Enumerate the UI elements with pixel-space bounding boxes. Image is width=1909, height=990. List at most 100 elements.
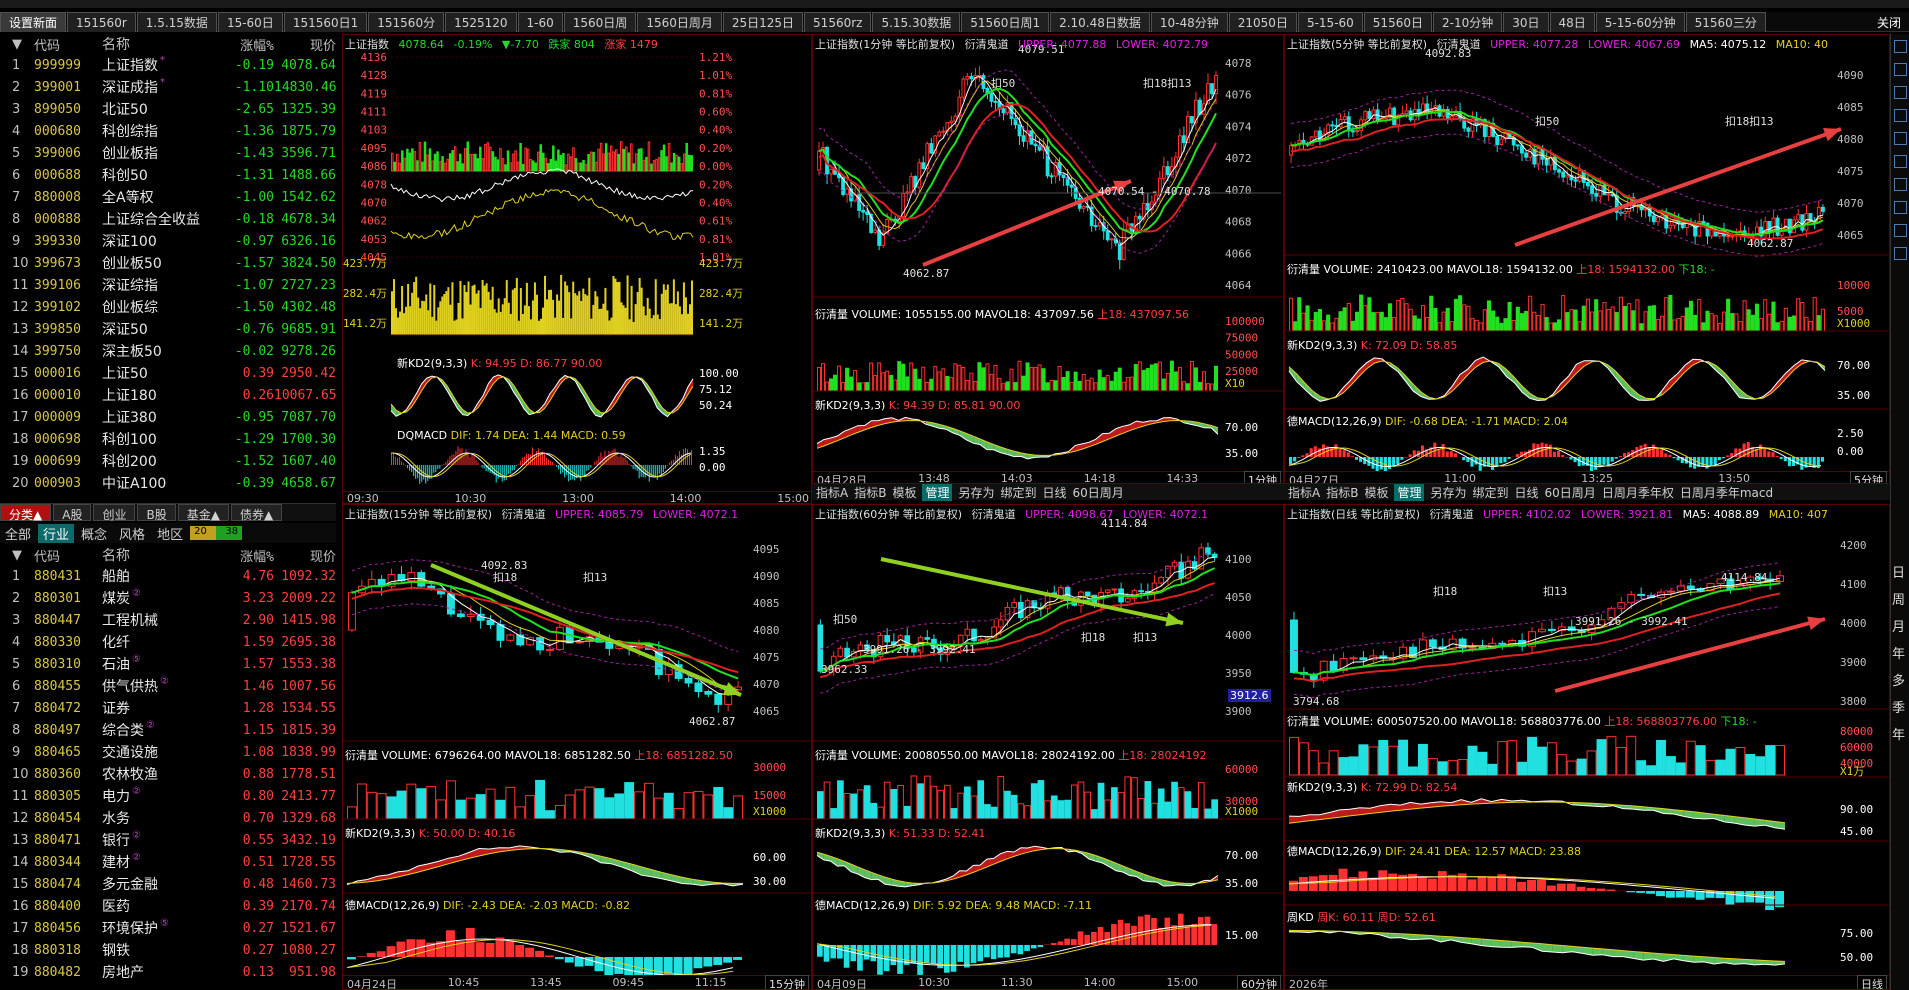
toolbar-item[interactable]: 日周月季年权 — [1602, 484, 1674, 501]
filter-tab[interactable]: 全部 — [0, 524, 36, 543]
toolbar-item[interactable]: 另存为 — [1430, 484, 1466, 501]
index-row[interactable]: 18 000698 科创100 -1.29 1700.30 — [0, 428, 336, 450]
toolbar-item[interactable]: 指标B — [1326, 484, 1358, 501]
index-row[interactable]: 3 899050 北证50 -2.65 1325.39 — [0, 98, 336, 120]
tool-icon[interactable] — [1893, 132, 1907, 145]
60min-chart-panel[interactable]: 上证指数(60分钟 等比前复权) 衍清鬼道 UPPER: 4098.67 LOW… — [812, 504, 1284, 990]
layout-tab[interactable]: 设置新面 — [0, 12, 67, 32]
toolbar-item[interactable]: 绑定到 — [1473, 484, 1509, 501]
layout-tab[interactable]: 2-10分钟 — [1432, 12, 1503, 32]
layout-tab[interactable]: 51560日周1 — [961, 12, 1050, 32]
index-row[interactable]: 8 000888 上证综合全收益 -0.18 4678.34 — [0, 208, 336, 230]
5min-period-tag[interactable]: 5分钟 — [1850, 471, 1887, 483]
index-row[interactable]: 19 000699 科创200 -1.52 1607.40 — [0, 450, 336, 472]
side-period-label[interactable]: 日周月年多季年 — [1892, 560, 1906, 749]
index-row[interactable]: 20 000903 中证A100 -0.39 4658.67 — [0, 472, 336, 494]
tool-icon[interactable] — [1893, 247, 1907, 260]
sector-row[interactable]: 19 880482 房地产 0.13 951.98 — [0, 961, 336, 983]
sector-row[interactable]: 2 880301 煤炭 ② 3.23 2009.22 — [0, 587, 336, 609]
layout-tab[interactable]: 51560日 — [1363, 12, 1432, 32]
sector-row[interactable]: 3 880447 工程机械 2.90 1415.98 — [0, 609, 336, 631]
tool-icon[interactable] — [1893, 63, 1907, 76]
tool-icon[interactable] — [1893, 155, 1907, 168]
toolbar-item[interactable]: 模板 — [1364, 484, 1388, 501]
sort-arrow-icon[interactable]: ▼ — [0, 548, 34, 563]
filter-tab[interactable]: 风格 — [114, 524, 150, 543]
sector-row[interactable]: 13 880471 银行 ② 0.55 3432.19 — [0, 829, 336, 851]
toolbar-item[interactable]: 60日周月 — [1073, 484, 1124, 501]
layout-tab[interactable]: 1.5.15数据 — [136, 12, 217, 32]
layout-tab[interactable]: 151560r — [67, 12, 136, 32]
toolbar-item[interactable]: 绑定到 — [1001, 484, 1037, 501]
sector-row[interactable]: 8 880497 综合类 ② 1.15 1815.39 — [0, 719, 336, 741]
header-code[interactable]: 代码 — [34, 546, 102, 565]
sector-row[interactable]: 9 880465 交通设施 1.08 1838.99 — [0, 741, 336, 763]
sector-row[interactable]: 15 880474 多元金融 0.48 1460.73 — [0, 873, 336, 895]
header-code[interactable]: 代码 — [34, 35, 102, 54]
index-row[interactable]: 4 000680 科创综指 -1.36 1875.79 — [0, 120, 336, 142]
sort-arrow-icon[interactable]: ▼ — [0, 37, 34, 52]
header-name[interactable]: 名称 — [102, 545, 222, 565]
market-subtab[interactable]: 创业 — [93, 504, 136, 522]
layout-tab[interactable]: 5-15-60分钟 — [1595, 12, 1685, 32]
layout-tab[interactable]: 1525120 — [445, 12, 517, 32]
toolbar-item[interactable]: 指标B — [854, 484, 886, 501]
toolbar-item[interactable]: 模板 — [892, 484, 916, 501]
layout-tab[interactable]: 15-60日 — [217, 12, 283, 32]
layout-tab[interactable]: 5.15.30数据 — [872, 12, 961, 32]
close-all-button[interactable]: 关闭 — [1877, 14, 1901, 31]
tool-icon[interactable] — [1893, 201, 1907, 214]
header-price[interactable]: 现价 — [274, 35, 336, 54]
sector-row[interactable]: 14 880344 建材 ② 0.51 1728.55 — [0, 851, 336, 873]
sector-row[interactable]: 16 880400 医药 0.39 2170.74 — [0, 895, 336, 917]
tool-icon[interactable] — [1893, 86, 1907, 99]
market-subtab[interactable]: 债券▲ — [230, 504, 283, 522]
layout-tab[interactable]: 151560分 — [368, 12, 445, 32]
index-row[interactable]: 7 880008 全A等权 -1.00 1542.62 — [0, 186, 336, 208]
tool-icon[interactable] — [1893, 224, 1907, 237]
market-subtab[interactable]: B股 — [137, 504, 176, 522]
toolbar-item[interactable]: 日线 — [1043, 484, 1067, 501]
layout-tab[interactable]: 21050日 — [1228, 12, 1297, 32]
header-change[interactable]: 涨幅% — [222, 546, 274, 565]
tool-icon[interactable] — [1893, 109, 1907, 122]
index-row[interactable]: 5 399006 创业板指 -1.43 3596.71 — [0, 142, 336, 164]
toolbar-item[interactable]: 60日周月 — [1545, 484, 1596, 501]
filter-tab[interactable]: 行业 — [38, 523, 75, 543]
sector-row[interactable]: 7 880472 证券 1.28 1534.55 — [0, 697, 336, 719]
toolbar-item[interactable]: 日线 — [1515, 484, 1539, 501]
15min-chart-panel[interactable]: 上证指数(15分钟 等比前复权) 衍清鬼道 UPPER: 4085.79 LOW… — [342, 504, 812, 990]
index-row[interactable]: 6 000688 科创50 -1.31 1488.66 — [0, 164, 336, 186]
layout-tab[interactable]: 1560日周月 — [637, 12, 722, 32]
60min-period-tag[interactable]: 60分钟 — [1237, 975, 1281, 989]
sector-row[interactable]: 5 880310 石油 ⑤ 1.57 1553.38 — [0, 653, 336, 675]
filter-tab[interactable]: 地区 — [152, 524, 188, 543]
intraday-chart-panel[interactable]: 上证指数 4078.64 -0.19% ▼-7.70 跌家 804 涨家 147… — [342, 34, 812, 504]
layout-tab[interactable]: 51560rz — [804, 12, 872, 32]
index-row[interactable]: 9 399330 深证100 -0.97 6326.16 — [0, 230, 336, 252]
toolbar-item[interactable]: 指标A — [1288, 484, 1320, 501]
header-change[interactable]: 涨幅% — [222, 35, 274, 54]
index-row[interactable]: 2 399001 深证成指 * -1.10 14830.46 — [0, 76, 337, 98]
layout-tab[interactable]: 5-15-60 — [1297, 12, 1363, 32]
index-row[interactable]: 11 399106 深证综指 -1.07 2727.23 — [0, 274, 336, 296]
sector-row[interactable]: 11 880305 电力 ② 0.80 2413.77 — [0, 785, 336, 807]
layout-tab[interactable]: 48日 — [1549, 12, 1595, 32]
layout-tab[interactable]: 1560日周 — [563, 12, 637, 32]
toolbar-item[interactable]: 指标A — [816, 484, 848, 501]
sector-row[interactable]: 6 880455 供气供热 ② 1.46 1007.56 — [0, 675, 336, 697]
layout-tab[interactable]: 10-48分钟 — [1150, 12, 1228, 32]
layout-tab[interactable]: 30日 — [1503, 12, 1549, 32]
header-name[interactable]: 名称 — [102, 34, 222, 54]
index-row[interactable]: 17 000009 上证380 -0.95 7087.70 — [0, 406, 336, 428]
market-subtab[interactable]: A股 — [53, 504, 92, 522]
layout-tab[interactable]: 25日125日 — [722, 12, 804, 32]
sector-row[interactable]: 1 880431 船舶 4.76 1092.32 — [0, 565, 336, 587]
layout-tab[interactable]: 2.10.48日数据 — [1050, 12, 1150, 32]
toolbar-item[interactable]: 管理 — [1394, 483, 1425, 501]
sector-row[interactable]: 17 880456 环境保护 ⑤ 0.27 1521.67 — [0, 917, 336, 939]
tool-icon[interactable] — [1893, 40, 1907, 53]
market-subtab[interactable]: 分类▲ — [0, 504, 52, 522]
index-row[interactable]: 10 399673 创业板50 -1.57 3824.50 — [0, 252, 336, 274]
tool-icon[interactable] — [1893, 178, 1907, 191]
